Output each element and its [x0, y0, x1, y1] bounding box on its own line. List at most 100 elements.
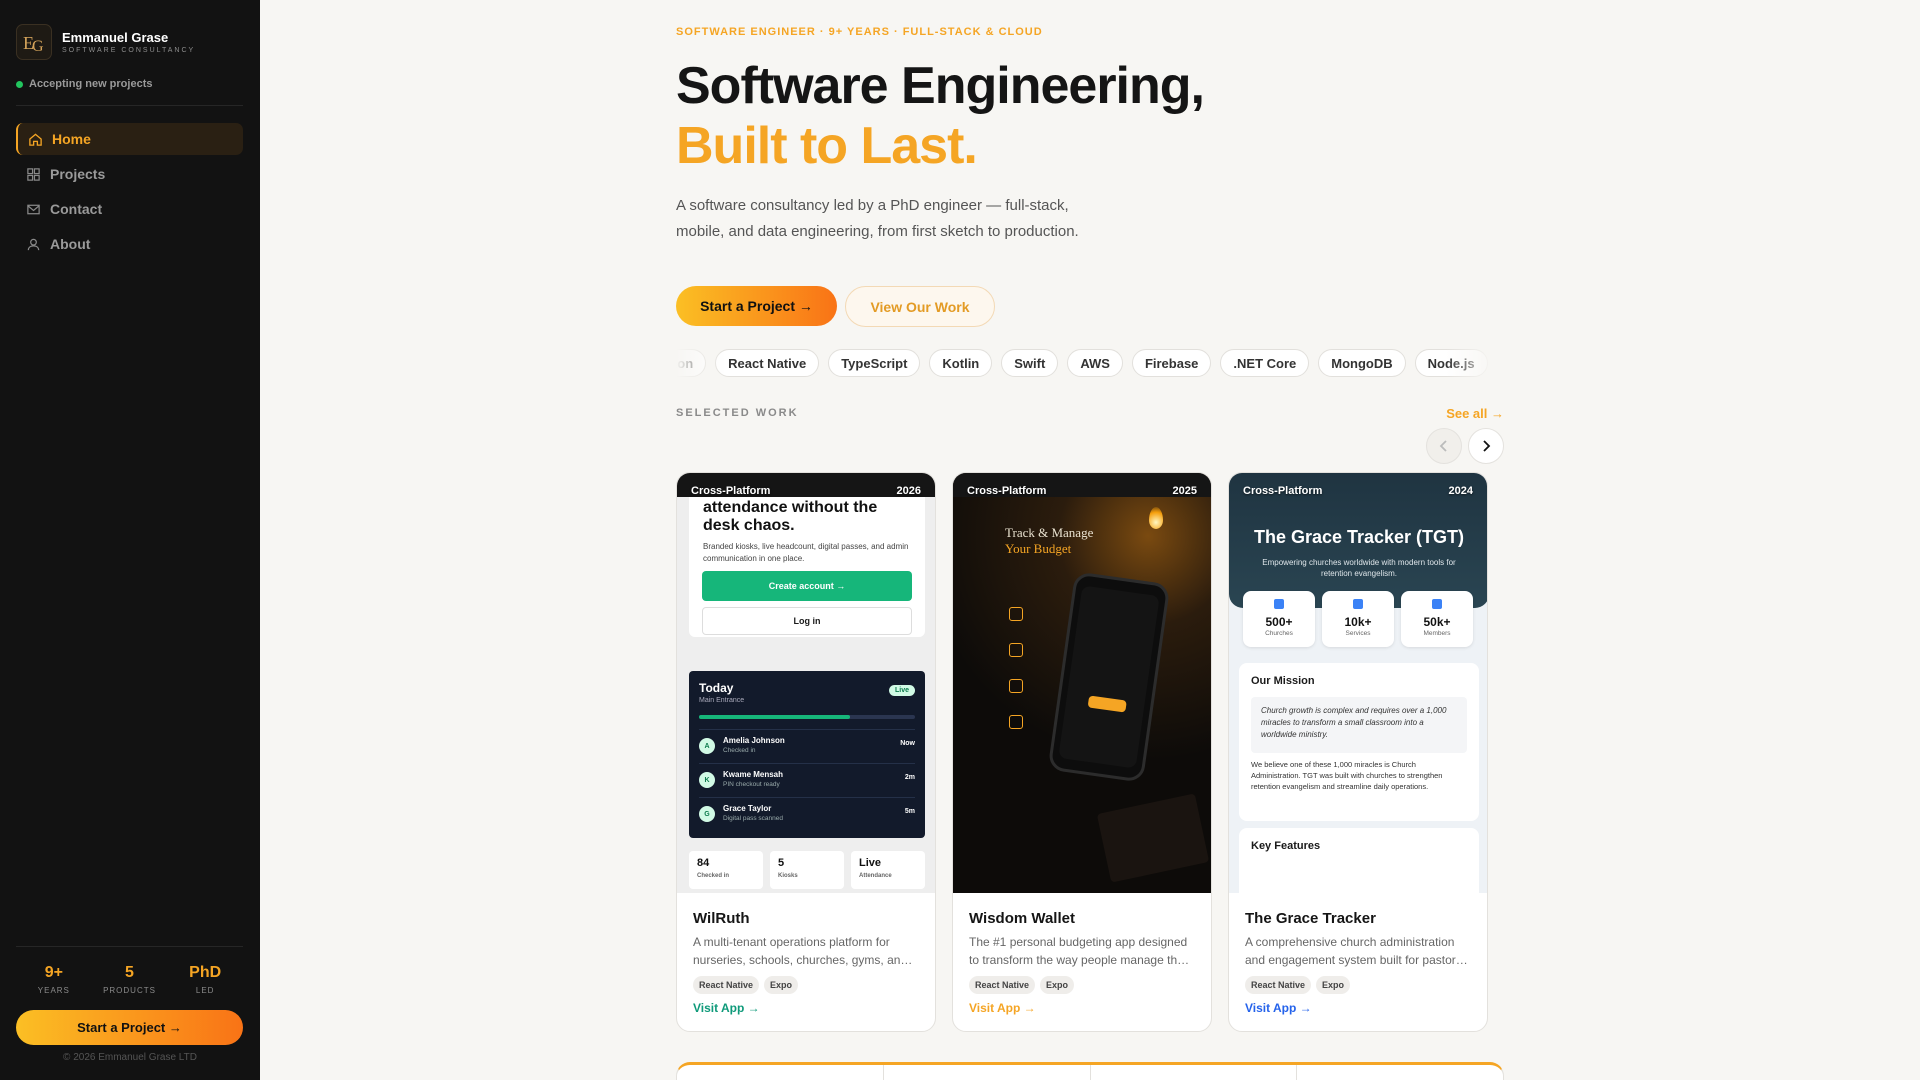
screenshot-stat: 10k+ Services	[1322, 591, 1394, 647]
mission-text: We believe one of these 1,000 miracles i…	[1251, 760, 1443, 791]
hero-eyebrow: SOFTWARE ENGINEER · 9+ YEARS · FULL-STAC…	[676, 26, 1043, 38]
stat-label: PRODUCTS	[103, 986, 156, 995]
selected-work-label: SELECTED WORK	[676, 407, 799, 419]
today-progress-fill	[699, 715, 851, 719]
screenshot-stat-value: 500+	[1265, 615, 1293, 629]
tech-chip: .NET Core	[1220, 349, 1310, 377]
bible-book-image	[1096, 793, 1210, 883]
card-category: Cross-Platform	[1243, 485, 1323, 497]
sidebar: EG Emmanuel Grase SOFTWARE CONSULTANCY A…	[0, 0, 260, 1080]
user-icon	[24, 235, 42, 253]
checkin-time: 2m	[904, 774, 915, 781]
mini-stat: 5 Kiosks	[770, 851, 844, 889]
screenshot-key-features: Key Features	[1239, 828, 1479, 893]
sidebar-item-label: Projects	[50, 166, 106, 182]
heart-icon	[1432, 599, 1442, 609]
status-dot-icon	[16, 80, 23, 88]
hero-title-line-1: Software Engineering,	[676, 57, 1205, 115]
mini-stat-value: 84	[697, 857, 710, 869]
screenshot-stat-label: Members	[1423, 630, 1451, 637]
sidebar-item-projects[interactable]: Projects	[16, 158, 243, 190]
feature-icon	[1009, 643, 1023, 657]
screenshot-heading: attendance without the desk chaos.	[703, 499, 878, 534]
project-card-wilruth[interactable]: attendance without the desk chaos. Brand…	[676, 472, 936, 1032]
feature-icon	[1009, 715, 1023, 729]
candle-flame-icon	[1149, 507, 1163, 529]
screenshot-stat-value: 10k+	[1344, 615, 1372, 629]
carousel-next-button[interactable]	[1468, 428, 1504, 464]
visit-app-link[interactable]: Visit App →	[969, 1001, 1036, 1015]
stat-products: 5 PRODUCTS	[92, 964, 168, 995]
checkin-time: Now	[900, 740, 915, 747]
stats-strip	[676, 1062, 1504, 1080]
card-description: A comprehensive church administration an…	[1245, 935, 1468, 967]
sidebar-item-about[interactable]: About	[16, 228, 243, 260]
mini-stat-label: Checked in	[697, 873, 730, 879]
visit-app-link[interactable]: Visit App →	[693, 1001, 760, 1015]
checkin-name: Kwame Mensah	[723, 770, 784, 779]
stat-value: PhD	[189, 964, 222, 981]
phone-mockup	[1047, 571, 1171, 783]
tech-chip: TypeScript	[828, 349, 921, 377]
stat-years: 9+ YEARS	[16, 964, 92, 995]
feature-icon	[1009, 679, 1023, 693]
calendar-icon	[1353, 599, 1363, 609]
copyright: © 2026 Emmanuel Grase LTD	[63, 1052, 197, 1063]
view-work-button[interactable]: View Our Work	[845, 286, 995, 327]
visit-app-link[interactable]: Visit App →	[1245, 1001, 1312, 1015]
checkin-row: K Kwame Mensah PIN checkout ready 2m	[699, 763, 915, 793]
sidebar-stats: 9+ YEARS 5 PRODUCTS PhD LED	[16, 964, 243, 995]
today-title: Today	[699, 681, 734, 695]
mini-stat-label: Kiosks	[778, 873, 798, 879]
see-all-link[interactable]: See all →	[1446, 406, 1504, 421]
churches-icon	[1274, 599, 1284, 609]
brand-name: Emmanuel Grase	[62, 30, 169, 45]
screenshot-panel: attendance without the desk chaos. Brand…	[689, 487, 925, 637]
stat-label: LED	[195, 986, 215, 995]
card-year: 2026	[896, 485, 921, 497]
card-title: Wisdom Wallet	[969, 910, 1075, 927]
live-badge: Live	[888, 685, 915, 696]
avatar: K	[699, 772, 715, 788]
chevron-right-icon	[1483, 440, 1491, 452]
mini-stat-value: 5	[778, 857, 785, 869]
carousel-prev-button[interactable]	[1426, 428, 1462, 464]
project-screenshot: Track & Manage Your Budget	[953, 473, 1211, 893]
sidebar-item-home[interactable]: Home	[16, 123, 243, 155]
logo: EG	[16, 24, 52, 60]
project-card-wisdom-wallet[interactable]: Track & Manage Your Budget Cross-Platfor…	[952, 472, 1212, 1032]
screenshot-title: The Grace Tracker (TGT)	[1253, 527, 1465, 547]
checkin-name: Grace Taylor	[723, 804, 772, 813]
screenshot-create-account: Create account →	[702, 571, 912, 601]
tag: React Native	[693, 976, 760, 994]
hero-lead: A software consultancy led by a PhD engi…	[676, 197, 1079, 240]
tag: Expo	[1316, 976, 1351, 994]
tech-chip: thon	[676, 349, 707, 377]
svg-text:G: G	[32, 38, 44, 55]
sidebar-item-contact[interactable]: Contact	[16, 193, 243, 225]
checkin-status: Checked in	[723, 747, 756, 754]
phone-button	[1087, 695, 1127, 713]
sidebar-start-project-button[interactable]: Start a Project →	[16, 1010, 243, 1045]
stat-label: YEARS	[37, 986, 70, 995]
stats-strip-cell	[677, 1065, 884, 1080]
tech-chip: Kotlin	[929, 349, 993, 377]
tag: React Native	[1245, 976, 1312, 994]
tech-chip: Firebase	[1131, 349, 1212, 377]
checkin-row: G Grace Taylor Digital pass scanned 5m	[699, 797, 915, 827]
tech-chip: MongoDB	[1318, 349, 1406, 377]
hero-title-line-2: Built to Last.	[676, 117, 978, 175]
screenshot-mission: Our Mission Church growth is complex and…	[1239, 663, 1479, 821]
stats-strip-cell	[1297, 1065, 1503, 1080]
sidebar-item-label: Home	[52, 131, 91, 147]
brand[interactable]: EG Emmanuel Grase SOFTWARE CONSULTANCY	[16, 24, 195, 60]
screenshot-line-1: Track & Manage	[1005, 525, 1094, 540]
tag: React Native	[969, 976, 1036, 994]
start-project-button[interactable]: Start a Project →	[676, 286, 837, 326]
tag: Expo	[764, 976, 799, 994]
sidebar-item-label: About	[50, 236, 91, 252]
sidebar-item-label: Contact	[50, 201, 103, 217]
project-card-grace-tracker[interactable]: The Grace Tracker (TGT) Empowering churc…	[1228, 472, 1488, 1032]
stat-value: 5	[125, 964, 134, 981]
card-description: The #1 personal budgeting app designed t…	[969, 935, 1190, 967]
